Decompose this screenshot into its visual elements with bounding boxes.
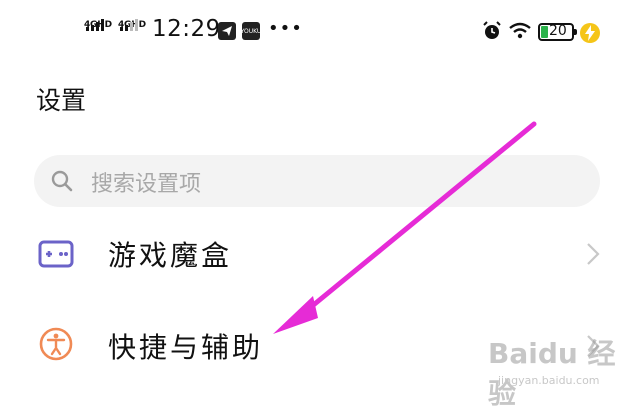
- accessibility-icon: [39, 327, 73, 361]
- battery-level: 20: [549, 23, 567, 39]
- telegram-icon: [218, 22, 236, 40]
- search-input[interactable]: 搜索设置项: [34, 155, 600, 207]
- settings-item-label: 快捷与辅助: [108, 331, 264, 364]
- battery-icon: 20: [538, 23, 577, 41]
- alarm-icon: [483, 21, 501, 39]
- wifi-icon: [509, 22, 531, 39]
- clock: 12:29: [152, 16, 221, 42]
- status-bar: 4GHD 4GHD 12:29 YOUKU ••• 20: [0, 14, 640, 50]
- search-icon: [51, 170, 73, 192]
- search-placeholder: 搜索设置项: [91, 172, 202, 197]
- settings-item-game-box[interactable]: 游戏魔盒: [0, 214, 640, 294]
- signal-sim1-icon: 4GHD: [84, 19, 114, 46]
- settings-item-label: 游戏魔盒: [108, 239, 233, 272]
- chevron-right-icon: [587, 243, 600, 265]
- charging-bolt-icon: [580, 23, 600, 43]
- baidu-watermark: Baidu 经验 jingyan.baidu.com: [488, 337, 616, 407]
- page-title: 设置: [36, 86, 87, 115]
- more-notifications-icon: •••: [268, 18, 303, 39]
- game-box-icon: [38, 240, 74, 268]
- signal-sim2-icon: 4GHD: [118, 19, 148, 46]
- youku-icon: YOUKU: [241, 22, 261, 40]
